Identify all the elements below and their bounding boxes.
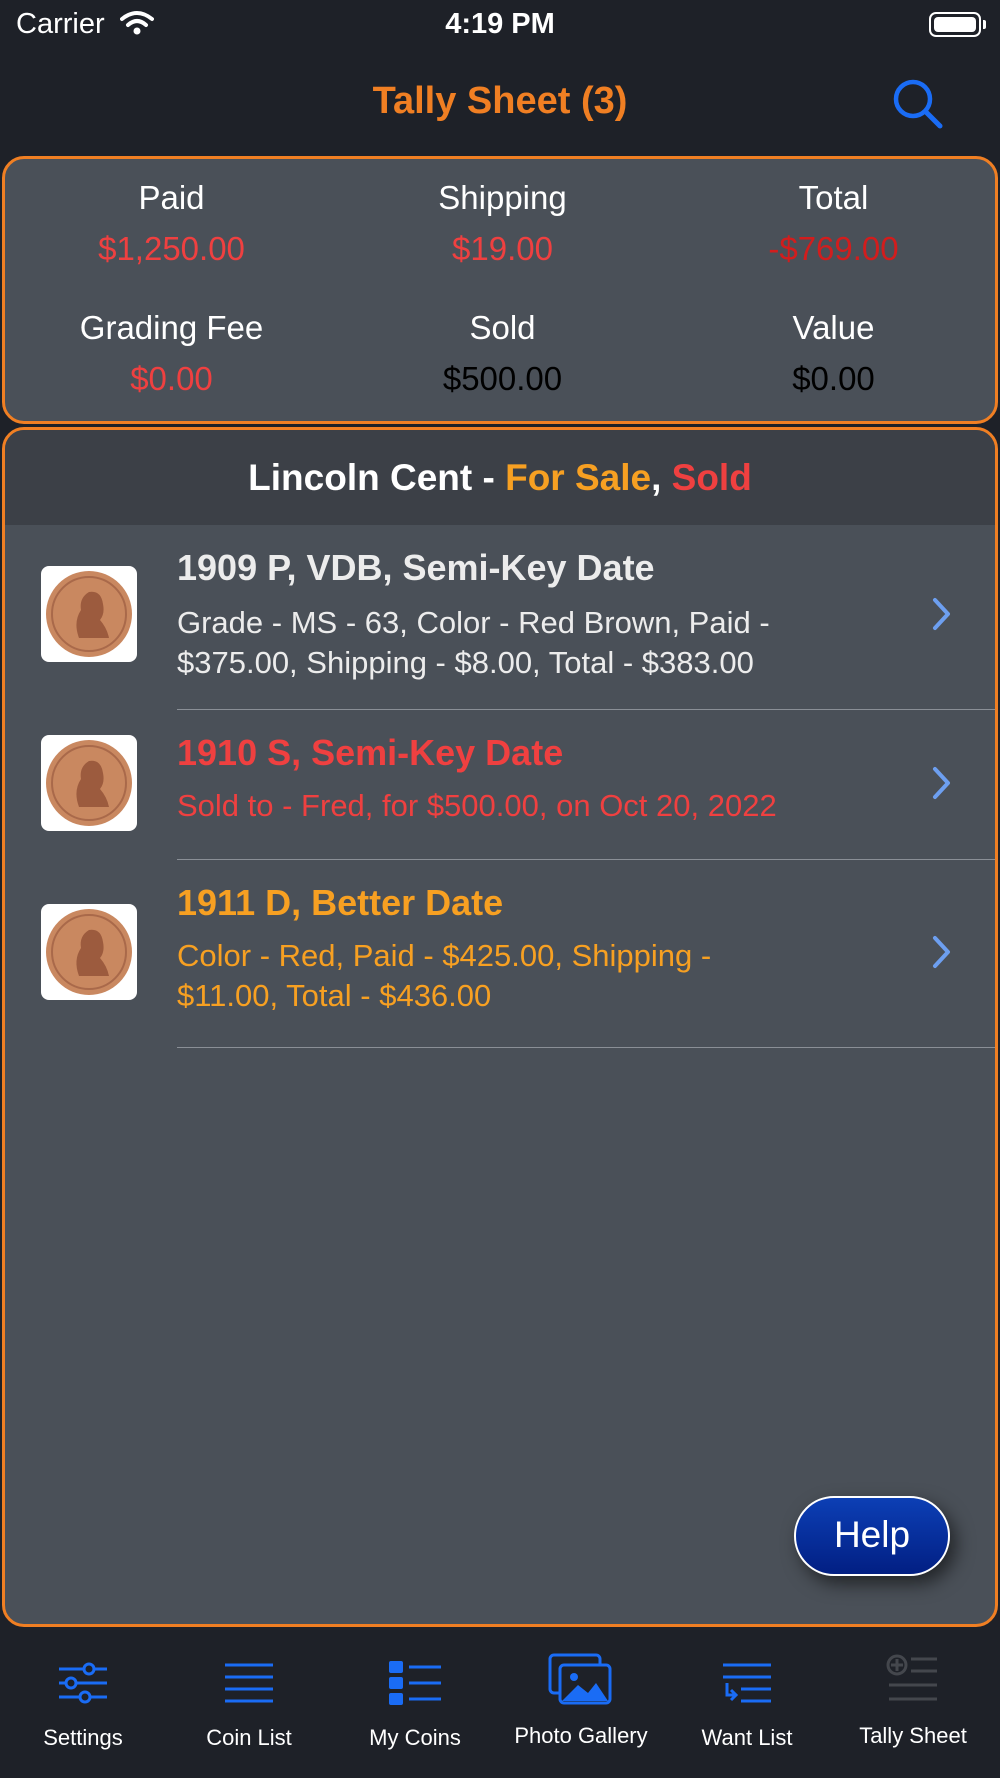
coin-details: Sold to - Fred, for $500.00, on Oct 20, … — [177, 788, 777, 823]
shipping-summary: Shipping $19.00 — [336, 179, 669, 268]
coin-thumbnail — [41, 566, 137, 662]
tab-settings[interactable]: Settings — [0, 1629, 166, 1778]
penny-image — [46, 571, 132, 657]
tab-label: Want List — [701, 1725, 793, 1750]
page-title: Tally Sheet (3) — [372, 80, 628, 122]
shipping-value: $19.00 — [452, 230, 553, 267]
paid-summary: Paid $1,250.00 — [5, 179, 338, 268]
row-divider — [177, 1047, 995, 1048]
want-list-icon — [723, 1663, 771, 1703]
chevron-right-icon — [933, 767, 950, 799]
battery-icon — [929, 12, 981, 37]
coin-title: 1909 P, VDB, Semi-Key Date — [177, 547, 655, 588]
value-summary: Value $0.00 — [667, 309, 1000, 398]
coin-row[interactable]: 1910 S, Semi-Key Date Sold to - Fred, fo… — [5, 710, 995, 860]
photos-icon — [548, 1653, 612, 1705]
value-value: $0.00 — [792, 360, 875, 397]
section-comma: , — [651, 457, 672, 498]
grid-list-icon — [389, 1661, 441, 1705]
total-value: -$769.00 — [768, 230, 899, 267]
sold-tag: Sold — [671, 457, 752, 498]
coin-details: Color - Red, Paid - $425.00, Shipping - … — [177, 938, 712, 1013]
section-header: Lincoln Cent - For Sale, Sold — [5, 430, 995, 525]
grading-fee-label: Grading Fee — [79, 309, 264, 346]
section-title: Lincoln Cent - — [248, 457, 506, 498]
navigation-bar: Tally Sheet (3) — [0, 54, 1000, 154]
tab-want-list[interactable]: Want List — [664, 1629, 830, 1778]
grading-fee-value: $0.00 — [130, 360, 213, 397]
sold-summary: Sold $500.00 — [336, 309, 669, 398]
coin-details: Grade - MS - 63, Color - Red Brown, Paid… — [177, 605, 770, 680]
list-icon — [225, 1663, 273, 1703]
tab-label: My Coins — [369, 1725, 461, 1750]
help-button[interactable]: Help — [794, 1496, 950, 1576]
paid-value: $1,250.00 — [98, 230, 245, 267]
shipping-label: Shipping — [438, 179, 567, 216]
sold-label: Sold — [469, 309, 536, 346]
coin-title: 1910 S, Semi-Key Date — [177, 732, 564, 773]
tab-bar: Settings Coin List My Coins Photo Galler… — [0, 1629, 1000, 1778]
search-icon[interactable] — [890, 76, 946, 132]
tab-coin-list[interactable]: Coin List — [166, 1629, 332, 1778]
penny-image — [46, 740, 132, 826]
sliders-icon — [59, 1662, 107, 1704]
summary-card: Paid $1,250.00 Shipping $19.00 Total -$7… — [2, 156, 998, 424]
tab-photo-gallery[interactable]: Photo Gallery — [498, 1629, 664, 1778]
sold-value: $500.00 — [442, 360, 563, 397]
tab-label: Photo Gallery — [514, 1723, 648, 1748]
chevron-right-icon — [933, 598, 950, 630]
coin-title: 1911 D, Better Date — [177, 882, 504, 923]
status-time: 4:19 PM — [445, 8, 555, 40]
tab-label: Tally Sheet — [859, 1723, 967, 1748]
grading-fee-summary: Grading Fee $0.00 — [5, 309, 338, 398]
tab-my-coins[interactable]: My Coins — [332, 1629, 498, 1778]
tab-tally-sheet[interactable]: Tally Sheet — [830, 1629, 996, 1778]
coin-thumbnail — [41, 904, 137, 1000]
value-label: Value — [792, 309, 875, 346]
total-summary: Total -$769.00 — [667, 179, 1000, 268]
status-bar: Carrier 4:19 PM — [0, 0, 1000, 54]
for-sale-tag: For Sale — [505, 457, 652, 498]
battery-cap — [983, 20, 986, 29]
penny-image — [46, 909, 132, 995]
coin-thumbnail — [41, 735, 137, 831]
coin-list-card: Lincoln Cent - For Sale, Sold 1909 P, VD… — [2, 427, 998, 1627]
tab-label: Settings — [43, 1725, 123, 1750]
tab-label: Coin List — [206, 1725, 292, 1750]
coin-row[interactable]: 1909 P, VDB, Semi-Key Date Grade - MS - … — [5, 525, 995, 710]
tally-sheet-icon — [886, 1654, 937, 1701]
coin-row[interactable]: 1911 D, Better Date Color - Red, Paid - … — [5, 860, 995, 1048]
total-label: Total — [798, 179, 869, 216]
paid-label: Paid — [138, 179, 205, 216]
chevron-right-icon — [933, 936, 950, 968]
